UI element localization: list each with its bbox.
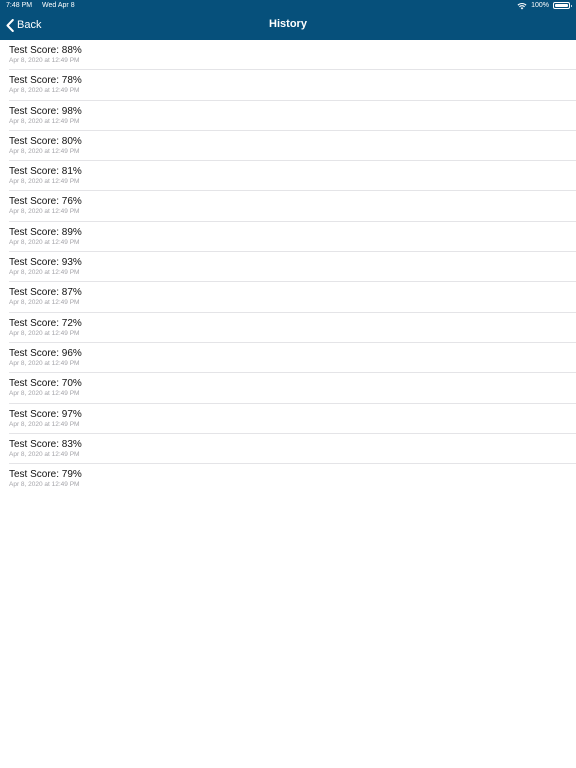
- history-row-date: Apr 8, 2020 at 12:49 PM: [9, 329, 80, 337]
- history-row[interactable]: Test Score: 83% Apr 8, 2020 at 12:49 PM: [0, 434, 576, 465]
- history-row[interactable]: Test Score: 96% Apr 8, 2020 at 12:49 PM: [0, 343, 576, 374]
- history-row-title: Test Score: 97%: [9, 408, 82, 420]
- history-row-title: Test Score: 72%: [9, 317, 82, 329]
- page-title: History: [269, 18, 307, 30]
- history-row[interactable]: Test Score: 93% Apr 8, 2020 at 12:49 PM: [0, 252, 576, 283]
- status-right: 100%: [517, 0, 572, 11]
- wifi-icon: [517, 2, 527, 9]
- history-row-date: Apr 8, 2020 at 12:49 PM: [9, 117, 80, 125]
- history-row[interactable]: Test Score: 97% Apr 8, 2020 at 12:49 PM: [0, 404, 576, 435]
- history-row[interactable]: Test Score: 80% Apr 8, 2020 at 12:49 PM: [0, 131, 576, 162]
- history-row[interactable]: Test Score: 70% Apr 8, 2020 at 12:49 PM: [0, 373, 576, 404]
- history-row[interactable]: Test Score: 72% Apr 8, 2020 at 12:49 PM: [0, 313, 576, 344]
- history-row-title: Test Score: 98%: [9, 105, 82, 117]
- history-row-title: Test Score: 78%: [9, 75, 82, 87]
- history-row-date: Apr 8, 2020 at 12:49 PM: [9, 238, 80, 246]
- history-row-title: Test Score: 80%: [9, 135, 82, 147]
- history-row[interactable]: Test Score: 76% Apr 8, 2020 at 12:49 PM: [0, 191, 576, 223]
- history-row-title: Test Score: 87%: [9, 287, 82, 299]
- history-row[interactable]: Test Score: 98% Apr 8, 2020 at 12:49 PM: [0, 101, 576, 132]
- history-row-date: Apr 8, 2020 at 12:49 PM: [9, 87, 80, 95]
- navigation-bar: Back History: [0, 11, 576, 40]
- history-row-date: Apr 8, 2020 at 12:49 PM: [9, 359, 80, 367]
- status-bar: 7:48 PM Wed Apr 8 100%: [0, 0, 576, 11]
- history-row[interactable]: Test Score: 88% Apr 8, 2020 at 12:49 PM: [0, 40, 576, 71]
- history-row-title: Test Score: 88%: [9, 45, 82, 56]
- history-row-date: Apr 8, 2020 at 12:49 PM: [9, 420, 80, 428]
- history-row-title: Test Score: 89%: [9, 226, 82, 238]
- history-list: Test Score: 88% Apr 8, 2020 at 12:49 PM Te…: [0, 40, 576, 494]
- history-row-title: Test Score: 79%: [9, 469, 82, 481]
- history-row-date: Apr 8, 2020 at 12:49 PM: [9, 269, 80, 277]
- app-screen: 7:48 PM Wed Apr 8 100% Back History Test…: [0, 0, 576, 768]
- header: 7:48 PM Wed Apr 8 100% Back History: [0, 0, 576, 40]
- history-row-title: Test Score: 96%: [9, 347, 82, 359]
- history-row-title: Test Score: 93%: [9, 257, 82, 269]
- history-row-date: Apr 8, 2020 at 12:49 PM: [9, 481, 80, 489]
- history-row-title: Test Score: 76%: [9, 196, 82, 208]
- history-row-title: Test Score: 81%: [9, 166, 82, 178]
- history-row[interactable]: Test Score: 87% Apr 8, 2020 at 12:49 PM: [0, 282, 576, 313]
- status-date: Wed Apr 8: [42, 2, 75, 9]
- history-row-date: Apr 8, 2020 at 12:49 PM: [9, 147, 80, 155]
- history-row[interactable]: Test Score: 78% Apr 8, 2020 at 12:49 PM: [0, 70, 576, 101]
- history-row-title: Test Score: 70%: [9, 378, 82, 390]
- battery-percentage: 100%: [531, 2, 549, 9]
- battery-icon: [553, 2, 572, 9]
- history-row-date: Apr 8, 2020 at 12:49 PM: [9, 299, 80, 307]
- history-row-date: Apr 8, 2020 at 12:49 PM: [9, 390, 80, 398]
- history-row-date: Apr 8, 2020 at 12:49 PM: [9, 178, 80, 186]
- status-time: 7:48 PM: [6, 2, 33, 9]
- history-row[interactable]: Test Score: 79% Apr 8, 2020 at 12:49 PM: [0, 464, 576, 494]
- history-row-title: Test Score: 83%: [9, 438, 82, 450]
- status-left: 7:48 PM Wed Apr 8: [6, 0, 83, 11]
- history-row-date: Apr 8, 2020 at 12:49 PM: [9, 450, 80, 458]
- history-row-date: Apr 8, 2020 at 12:49 PM: [9, 57, 80, 64]
- history-row[interactable]: Test Score: 89% Apr 8, 2020 at 12:49 PM: [0, 222, 576, 253]
- history-row[interactable]: Test Score: 81% Apr 8, 2020 at 12:49 PM: [0, 161, 576, 192]
- history-row-date: Apr 8, 2020 at 12:49 PM: [9, 208, 80, 216]
